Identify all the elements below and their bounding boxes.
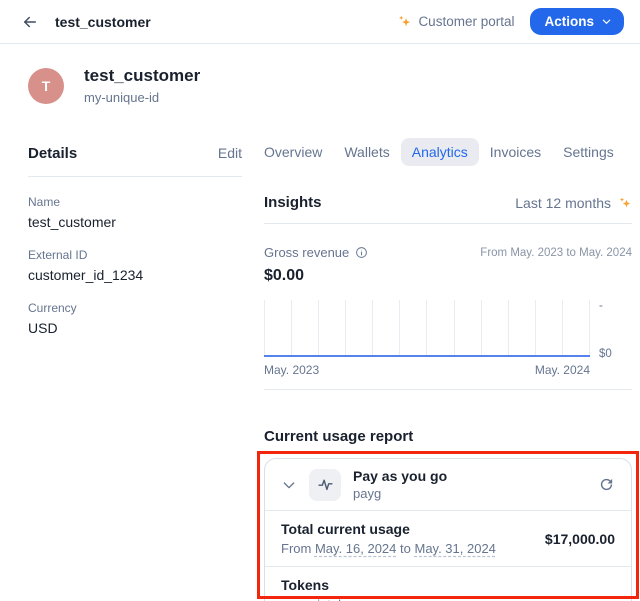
y-tick-zero: $0 — [599, 348, 612, 360]
insights-heading: Insights — [264, 194, 322, 211]
gross-revenue-label: Gross revenue — [264, 245, 349, 260]
plan-header-row: Pay as you go payg — [265, 459, 631, 511]
page-title: test_customer — [55, 14, 151, 30]
field-value: test_customer — [28, 214, 242, 230]
actions-button[interactable]: Actions — [530, 8, 624, 35]
customer-portal-link[interactable]: Customer portal — [397, 14, 514, 29]
gross-revenue-chart: - $0 — [264, 300, 632, 357]
tab-overview[interactable]: Overview — [253, 138, 333, 166]
usage-card: Pay as you go payg Total current usage — [264, 458, 632, 601]
field-label: Name — [28, 195, 242, 209]
plan-name: Pay as you go — [353, 468, 447, 484]
field-value: USD — [28, 320, 242, 336]
insights-divider — [264, 223, 632, 224]
top-bar: test_customer Customer portal Actions — [0, 0, 640, 44]
usage-item-name: Tokens — [281, 577, 366, 593]
detail-field-name: Name test_customer — [28, 195, 242, 230]
collapse-toggle-button[interactable] — [281, 477, 297, 493]
total-usage-period: From May. 16, 2024 to May. 31, 2024 — [281, 541, 496, 556]
sparkle-icon — [397, 14, 412, 29]
usage-item-code: openai_tokens — [281, 597, 366, 601]
total-usage-row: Total current usage From May. 16, 2024 t… — [265, 511, 631, 567]
customer-portal-label: Customer portal — [418, 14, 514, 29]
actions-label: Actions — [544, 14, 594, 29]
plan-code: payg — [353, 486, 447, 501]
details-divider — [28, 176, 242, 177]
usage-item-row: Tokens openai_tokens — [265, 567, 631, 601]
details-panel: Details Edit Name test_customer External… — [28, 144, 242, 601]
chart-bottom-divider — [264, 389, 632, 390]
refresh-button[interactable] — [598, 476, 615, 493]
chart-x-axis: May. 2023 May. 2024 — [264, 363, 590, 377]
info-icon[interactable] — [355, 246, 368, 259]
period-to-word: to — [400, 541, 411, 556]
period-label: Last 12 months — [515, 195, 611, 211]
chart-gridlines — [264, 300, 590, 357]
period-from-word: From — [281, 541, 311, 556]
total-usage-amount: $17,000.00 — [545, 531, 615, 547]
usage-report-heading: Current usage report — [264, 428, 632, 445]
sparkle-icon — [618, 196, 632, 210]
chart-plot-area — [264, 300, 590, 357]
tab-settings[interactable]: Settings — [552, 138, 625, 166]
details-heading: Details — [28, 145, 77, 162]
arrow-left-icon — [21, 13, 39, 31]
tab-wallets[interactable]: Wallets — [333, 138, 400, 166]
field-label: External ID — [28, 248, 242, 262]
x-tick-end: May. 2024 — [535, 363, 590, 377]
gross-revenue-value: $0.00 — [264, 267, 632, 285]
tab-bar: Overview Wallets Analytics Invoices Sett… — [253, 138, 632, 166]
chevron-down-icon — [281, 477, 297, 493]
chevron-down-icon — [601, 16, 612, 27]
customer-name: test_customer — [84, 66, 200, 86]
pulse-activity-icon — [317, 476, 334, 493]
period-start-date[interactable]: May. 16, 2024 — [315, 541, 396, 556]
field-value: customer_id_1234 — [28, 267, 242, 283]
refresh-icon — [598, 476, 615, 493]
customer-external-id: my-unique-id — [84, 90, 200, 105]
edit-details-button[interactable]: Edit — [218, 145, 242, 161]
field-label: Currency — [28, 301, 242, 315]
plan-iconbox — [309, 469, 341, 501]
back-button[interactable] — [18, 10, 42, 34]
detail-field-currency: Currency USD — [28, 301, 242, 336]
avatar: T — [28, 68, 64, 104]
chart-zero-value-line — [264, 355, 590, 357]
chart-y-axis: - $0 — [590, 300, 632, 357]
tab-analytics[interactable]: Analytics — [401, 138, 479, 166]
y-tick-max: - — [599, 300, 603, 312]
chart-date-range: From May. 2023 to May. 2024 — [480, 247, 632, 259]
x-tick-start: May. 2023 — [264, 363, 319, 377]
period-end-date[interactable]: May. 31, 2024 — [414, 541, 495, 556]
customer-header: T test_customer my-unique-id — [0, 44, 640, 105]
tab-invoices[interactable]: Invoices — [479, 138, 552, 166]
detail-field-external-id: External ID customer_id_1234 — [28, 248, 242, 283]
period-selector[interactable]: Last 12 months — [515, 195, 632, 211]
total-usage-label: Total current usage — [281, 521, 496, 537]
